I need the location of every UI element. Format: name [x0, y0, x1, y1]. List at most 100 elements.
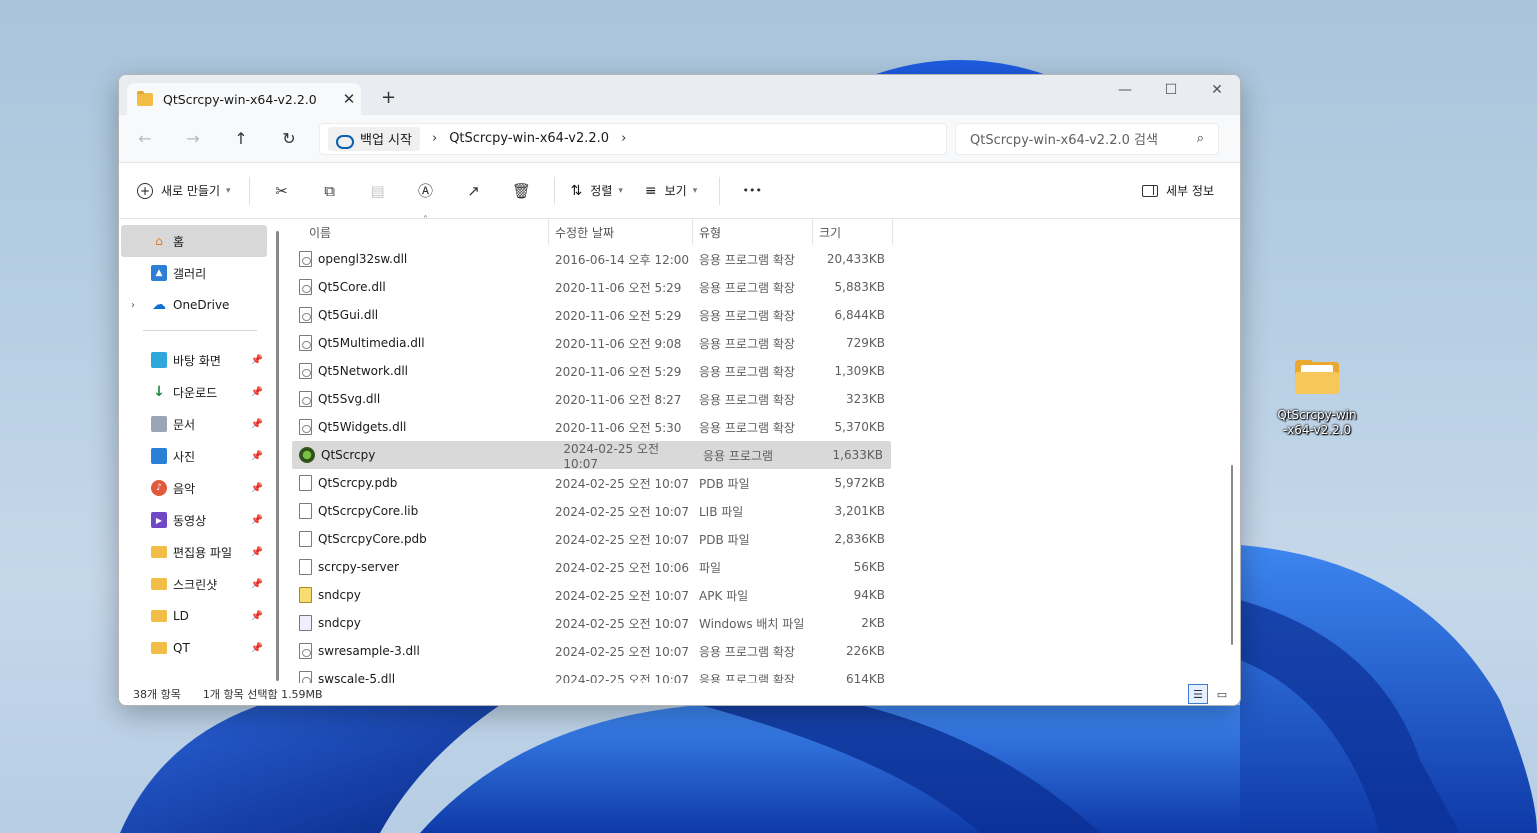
view-list-icon: ≡ — [644, 182, 657, 199]
apk-file-icon — [299, 587, 312, 603]
file-row[interactable]: Qt5Multimedia.dll 2020-11-06 오전 9:08 응용 프로… — [275, 329, 1240, 357]
file-list-scrollbar[interactable] — [1231, 465, 1233, 645]
tab-close-button[interactable]: ✕ — [337, 90, 361, 108]
item-count: 38개 항목 — [133, 688, 181, 701]
details-pane-button[interactable]: 세부 정보 — [1142, 182, 1214, 199]
more-options-icon[interactable]: ••• — [728, 184, 776, 197]
pin-icon: 📌 — [250, 482, 263, 494]
pin-icon: 📌 — [250, 514, 263, 526]
file-name: sndcpy — [318, 588, 361, 602]
sidebar-item-music[interactable]: ♪ 음악 📌 — [119, 472, 269, 504]
rename-icon[interactable]: Ⓐ — [402, 180, 450, 201]
sidebar-item-documents[interactable]: 문서 📌 — [119, 408, 269, 440]
sidebar-item-home[interactable]: ⌂ 홈 — [121, 225, 267, 257]
sort-button[interactable]: ⇅ 정렬 ▾ — [563, 182, 631, 199]
sidebar-item-edit-files[interactable]: 편집용 파일 📌 — [119, 536, 269, 568]
file-row[interactable]: QtScrcpyCore.lib 2024-02-25 오전 10:07 LIB 파… — [275, 497, 1240, 525]
file-icon — [299, 531, 312, 547]
refresh-button[interactable]: ↻ — [265, 129, 313, 148]
file-row[interactable]: sndcpy 2024-02-25 오전 10:07 APK 파일 94KB — [275, 581, 1240, 609]
file-type: 응용 프로그램 확장 — [699, 420, 795, 435]
up-button[interactable]: ↑ — [217, 129, 265, 148]
cut-icon[interactable]: ✂ — [258, 182, 306, 200]
sidebar-item-videos[interactable]: ▶ 동영상 📌 — [119, 504, 269, 536]
file-row[interactable]: QtScrcpy.pdb 2024-02-25 오전 10:07 PDB 파일 5,9… — [275, 469, 1240, 497]
navigation-pane: ⌂ 홈 ▲ 갤러리 › ☁ OneDrive 바탕 화면 📌 ↓ 다운로드 � — [119, 219, 279, 687]
column-header-size[interactable]: 크기 — [813, 219, 893, 245]
file-row[interactable]: QtScrcpyCore.pdb 2024-02-25 오전 10:07 PDB 파… — [275, 525, 1240, 553]
folder-icon — [151, 578, 167, 590]
chevron-right-icon[interactable]: › — [621, 131, 626, 146]
sidebar-item-onedrive[interactable]: › ☁ OneDrive — [119, 289, 269, 321]
new-label: 새로 만들기 — [161, 184, 221, 198]
file-name-cell: Qt5Multimedia.dll — [275, 335, 549, 351]
dll-file-icon — [299, 419, 312, 435]
sidebar-item-pictures[interactable]: 사진 📌 — [119, 440, 269, 472]
close-button[interactable]: ✕ — [1194, 75, 1240, 105]
sidebar-item-gallery[interactable]: ▲ 갤러리 — [119, 257, 269, 289]
file-row[interactable]: Qt5Core.dll 2020-11-06 오전 5:29 응용 프로그램 확장 5… — [275, 273, 1240, 301]
desktop-folder-icon[interactable]: QtScrcpy-win-x64-v2.2.0 — [1276, 360, 1358, 438]
tiles-view-icon[interactable]: ▭ — [1212, 684, 1232, 704]
file-name: scrcpy-server — [318, 560, 399, 574]
file-name: QtScrcpy — [321, 448, 376, 462]
sidebar-item-label: 동영상 — [173, 513, 207, 528]
new-tab-button[interactable]: + — [381, 87, 396, 108]
file-date: 2024-02-25 오전 10:07 — [555, 588, 690, 603]
file-name: Qt5Network.dll — [318, 364, 408, 378]
file-name-cell: Qt5Gui.dll — [275, 307, 549, 323]
file-row[interactable]: scrcpy-server 2024-02-25 오전 10:06 파일 56KB — [275, 553, 1240, 581]
dll-file-icon — [299, 335, 312, 351]
sidebar-item-desktop[interactable]: 바탕 화면 📌 — [119, 344, 269, 376]
search-input[interactable]: QtScrcpy-win-x64-v2.2.0 검색 ⌕ — [955, 122, 1219, 155]
column-header-name[interactable]: 이름 — [275, 219, 549, 245]
file-name: QtScrcpy.pdb — [318, 476, 398, 490]
column-header-date[interactable]: 수정한 날짜 — [549, 219, 693, 245]
plus-circle-icon: + — [137, 182, 153, 199]
folder-icon — [151, 610, 167, 622]
sidebar-item-qt[interactable]: QT 📌 — [119, 632, 269, 664]
share-icon[interactable]: ↗ — [450, 182, 498, 200]
file-row[interactable]: swresample-3.dll 2024-02-25 오전 10:07 응용 프로… — [275, 637, 1240, 665]
file-row[interactable]: QtScrcpy 2024-02-25 오전 10:07 응용 프로그램 1,633K… — [292, 441, 891, 471]
file-date: 2020-11-06 오전 5:29 — [555, 364, 682, 379]
file-date: 2024-02-25 오전 10:07 — [555, 616, 690, 631]
sidebar-item-downloads[interactable]: ↓ 다운로드 📌 — [119, 376, 269, 408]
view-button[interactable]: ≡ 보기 ▾ — [631, 182, 711, 199]
new-button[interactable]: + 새로 만들기 ▾ — [137, 182, 231, 199]
chevron-down-icon: ▾ — [692, 185, 698, 196]
dll-file-icon — [299, 363, 312, 379]
breadcrumb-root[interactable]: 백업 시작 — [328, 126, 420, 151]
file-date: 2024-02-25 오전 10:07 — [563, 441, 660, 471]
folder-icon — [151, 546, 167, 558]
paste-icon[interactable]: ▤ — [354, 182, 402, 200]
column-header-type[interactable]: 유형 — [693, 219, 813, 245]
breadcrumb-item[interactable]: QtScrcpy-win-x64-v2.2.0 — [449, 131, 609, 146]
file-icon — [299, 559, 312, 575]
file-size: 323KB — [845, 392, 885, 406]
file-row[interactable]: sndcpy 2024-02-25 오전 10:07 Windows 배치 파일 2K… — [275, 609, 1240, 637]
delete-icon[interactable]: 🗑 — [498, 182, 546, 200]
maximize-button[interactable]: ☐ — [1148, 75, 1194, 105]
forward-button[interactable]: → — [169, 129, 217, 148]
back-button[interactable]: ← — [121, 129, 169, 148]
copy-icon[interactable]: ⧉ — [306, 182, 354, 200]
file-row[interactable]: opengl32sw.dll 2016-06-14 오후 12:00 응용 프로그램… — [275, 245, 1240, 273]
file-row[interactable]: Qt5Svg.dll 2020-11-06 오전 8:27 응용 프로그램 확장 32… — [275, 385, 1240, 413]
tab-current-folder[interactable]: QtScrcpy-win-x64-v2.2.0 ✕ — [127, 83, 361, 115]
minimize-button[interactable]: — — [1102, 75, 1148, 105]
chevron-right-icon[interactable]: › — [432, 131, 437, 146]
file-row[interactable]: Qt5Network.dll 2020-11-06 오전 5:29 응용 프로그램 … — [275, 357, 1240, 385]
details-view-icon[interactable]: ☰ — [1188, 684, 1208, 704]
file-date: 2020-11-06 오전 5:30 — [555, 420, 682, 435]
sidebar-divider — [143, 330, 257, 331]
sidebar-item-label: 홈 — [173, 234, 185, 249]
sidebar-item-ld[interactable]: LD 📌 — [119, 600, 269, 632]
title-bar: QtScrcpy-win-x64-v2.2.0 ✕ + — ☐ ✕ — [119, 75, 1240, 115]
file-row[interactable]: Qt5Widgets.dll 2020-11-06 오전 5:30 응용 프로그램 … — [275, 413, 1240, 441]
file-row[interactable]: Qt5Gui.dll 2020-11-06 오전 5:29 응용 프로그램 확장 6,… — [275, 301, 1240, 329]
sidebar-item-screenshots[interactable]: 스크린샷 📌 — [119, 568, 269, 600]
address-bar[interactable]: 백업 시작 › QtScrcpy-win-x64-v2.2.0 › — [319, 122, 947, 155]
status-bar: 38개 항목 1개 항목 선택함 1.59MB ☰ ▭ — [119, 683, 1240, 705]
chevron-right-icon[interactable]: › — [131, 300, 135, 311]
